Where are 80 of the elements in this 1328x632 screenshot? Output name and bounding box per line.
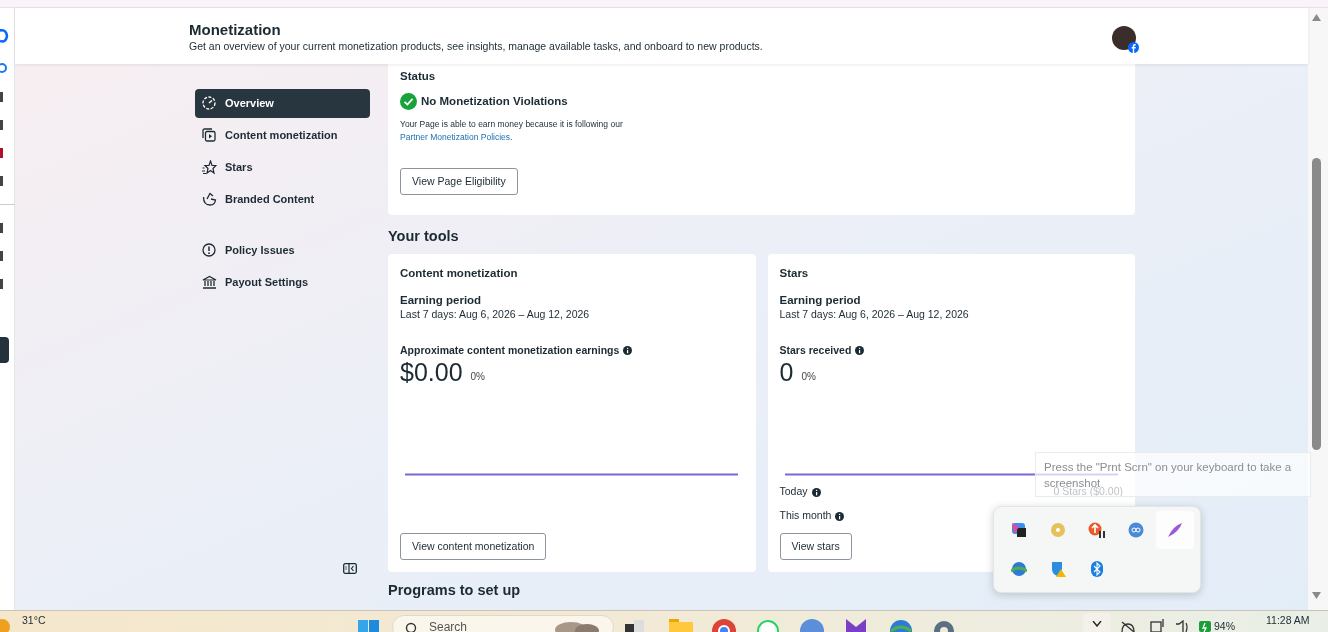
- rail-icon[interactable]: [0, 176, 4, 186]
- feather-icon: [1167, 522, 1184, 539]
- globe-icon[interactable]: [889, 619, 913, 632]
- metric-label: Stars received: [779, 344, 852, 358]
- star-icon: [202, 160, 217, 175]
- info-icon[interactable]: [623, 346, 633, 356]
- task-view-icon[interactable]: [625, 620, 645, 632]
- video-icon: [202, 128, 217, 143]
- card-title: Stars: [779, 266, 810, 282]
- shield-warning-icon[interactable]: [1049, 560, 1066, 577]
- tray-item[interactable]: [1156, 511, 1195, 550]
- nav-item[interactable]: Stars: [195, 153, 370, 182]
- section-heading: Programs to set up: [388, 582, 522, 599]
- info-icon[interactable]: [835, 511, 845, 521]
- rail-button[interactable]: [0, 337, 9, 363]
- collapse-sidebar-icon[interactable]: [343, 563, 357, 574]
- metric-value: $0.00: [400, 357, 463, 388]
- period-text: Last 7 days: Aug 6, 2026 – Aug 12, 2026: [400, 308, 591, 322]
- page-subtitle: Get an overview of your current monetization products, see insights, manage available tasks, and onboard to new products.: [189, 38, 764, 53]
- facebook-badge-icon: [1128, 41, 1139, 53]
- nav-item[interactable]: Policy Issues: [195, 236, 370, 265]
- period-text: Last 7 days: Aug 6, 2026 – Aug 12, 2026: [779, 308, 970, 322]
- alert-icon: [202, 243, 217, 258]
- view-button[interactable]: View content monetization: [400, 533, 547, 561]
- tray-toggle-button[interactable]: [1083, 613, 1111, 632]
- nav-item[interactable]: Overview: [195, 89, 370, 118]
- cloud-off-icon[interactable]: [1120, 620, 1136, 632]
- gauge-icon: [202, 96, 217, 111]
- globe-icon[interactable]: [1010, 560, 1027, 577]
- section-heading: Your tools: [388, 227, 460, 246]
- start-icon[interactable]: [358, 620, 380, 632]
- search-icon: [405, 622, 417, 632]
- card-title: Status: [400, 69, 436, 84]
- info-icon[interactable]: [855, 346, 865, 356]
- metric-label: Approximate content monetization earnings: [400, 344, 620, 358]
- nav-item[interactable]: Payout Settings: [195, 268, 370, 297]
- rail-icon[interactable]: [0, 148, 4, 158]
- change-label: 0%: [801, 370, 816, 384]
- check-circle-icon: [400, 93, 417, 111]
- row-label: Today: [779, 484, 808, 500]
- card-title: Content monetization: [400, 266, 519, 282]
- eligibility-button[interactable]: View Page Eligibility: [400, 168, 518, 196]
- battery-label: 94%: [1214, 620, 1235, 632]
- info-icon[interactable]: [811, 487, 821, 497]
- nav-item[interactable]: Content monetization: [195, 121, 370, 150]
- page-title: Monetization: [189, 19, 282, 39]
- browser-icon[interactable]: [712, 619, 736, 632]
- change-label: 0%: [470, 370, 485, 384]
- settings-icon[interactable]: [932, 619, 956, 632]
- status-description: Your Page is able to earn money because it is following our Partner Monetization Policies.: [400, 118, 624, 145]
- row-label: This month: [779, 508, 832, 524]
- rail-icon[interactable]: [0, 92, 4, 102]
- network-icon[interactable]: [1150, 619, 1166, 632]
- logo-icon[interactable]: [0, 28, 9, 44]
- bank-icon: [202, 275, 217, 290]
- clock-label[interactable]: 11:28 AM: [1266, 614, 1310, 627]
- scrollbar[interactable]: [1308, 8, 1328, 610]
- scroll-down-icon[interactable]: [1312, 592, 1321, 599]
- period-label: Earning period: [779, 293, 862, 309]
- bluetooth-icon[interactable]: [1091, 560, 1103, 577]
- chevron-down-icon: [1092, 621, 1102, 627]
- rail-icon[interactable]: [0, 62, 8, 74]
- nav-item[interactable]: Branded Content: [195, 185, 370, 214]
- rail-icon[interactable]: [0, 223, 4, 233]
- avatar[interactable]: [1112, 25, 1136, 50]
- search-field[interactable]: Search: [392, 615, 614, 632]
- metric-value: 0: [779, 357, 794, 388]
- scrollbar-thumb[interactable]: [1312, 158, 1321, 450]
- app-icon[interactable]: [1010, 522, 1027, 539]
- volume-icon[interactable]: [1175, 620, 1191, 632]
- battery-icon[interactable]: [1198, 620, 1212, 632]
- scroll-up-icon[interactable]: [1312, 14, 1321, 21]
- period-label: Earning period: [400, 293, 483, 309]
- temperature-label[interactable]: 31°C: [22, 614, 46, 627]
- upload-pause-icon[interactable]: [1088, 522, 1106, 539]
- rail-icon[interactable]: [0, 251, 4, 261]
- rail-icon[interactable]: [0, 120, 4, 130]
- status-heading: No Monetization Violations: [421, 94, 568, 109]
- rail-icon[interactable]: [0, 279, 4, 289]
- view-button[interactable]: View stars: [779, 533, 852, 561]
